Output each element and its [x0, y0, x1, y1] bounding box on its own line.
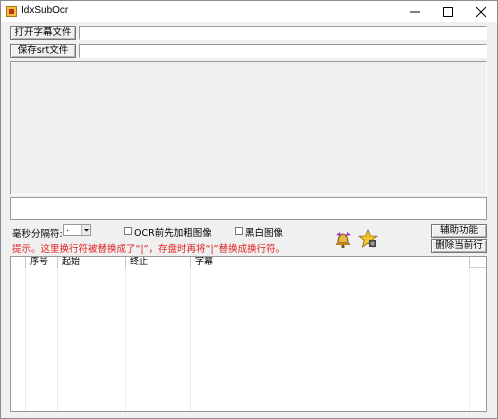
maximize-icon: [442, 7, 453, 17]
column-divider: [57, 268, 58, 411]
close-icon: [475, 6, 486, 18]
ocr-text-area[interactable]: [10, 197, 487, 220]
chevron-down-icon: [84, 229, 89, 232]
column-header-start[interactable]: 起始: [58, 257, 126, 268]
bold-before-ocr-checkbox[interactable]: [124, 227, 132, 235]
column-divider: [25, 268, 26, 411]
bw-image-label: 黑白图像: [245, 228, 284, 239]
assist-button[interactable]: 辅助功能: [431, 224, 487, 238]
minimize-icon: [409, 11, 420, 13]
dropdown-arrow-button[interactable]: [81, 225, 90, 235]
column-header-end[interactable]: 终止: [126, 257, 191, 268]
image-preview-area: [10, 61, 487, 195]
ms-separator-value: .: [66, 224, 69, 234]
app-icon: [6, 6, 17, 17]
bell-tool-button[interactable]: [333, 229, 353, 249]
column-header-subtitle[interactable]: 字幕: [191, 257, 470, 268]
open-path-field[interactable]: [79, 26, 487, 40]
hint-text: 提示。这里换行符被替换成了“|”，存盘时再将“|”替换成换行符。: [12, 244, 286, 255]
save-srt-button[interactable]: 保存srt文件: [10, 44, 76, 58]
ms-separator-select[interactable]: .: [63, 224, 91, 236]
bell-icon: [336, 232, 351, 249]
column-divider: [125, 268, 126, 411]
delete-current-row-button[interactable]: 删除当前行: [431, 239, 487, 253]
maximize-button[interactable]: [431, 1, 464, 22]
bw-image-checkbox[interactable]: [235, 227, 243, 235]
star-icon: [357, 228, 379, 248]
column-divider: [190, 268, 191, 411]
window-title: IdxSubOcr: [21, 5, 69, 16]
row-selector-header: [11, 257, 26, 268]
save-path-field[interactable]: [79, 44, 487, 58]
app-window: IdxSubOcr 打开字幕文件 保存srt文件 毫秒分隔符: . OCR前先加…: [0, 0, 498, 419]
close-button[interactable]: [464, 1, 497, 22]
table-header: 序号 起始 终止 字幕: [11, 257, 486, 268]
bold-before-ocr-label: OCR前先加粗图像: [134, 228, 212, 239]
column-header-index[interactable]: 序号: [26, 257, 58, 268]
ms-separator-label: 毫秒分隔符:: [12, 229, 63, 240]
column-divider: [469, 268, 470, 411]
open-subtitle-button[interactable]: 打开字幕文件: [10, 26, 76, 40]
minimize-button[interactable]: [398, 1, 431, 22]
subtitle-table[interactable]: 序号 起始 终止 字幕: [10, 256, 487, 412]
star-tool-button[interactable]: [357, 228, 379, 249]
title-bar: IdxSubOcr: [1, 1, 497, 22]
